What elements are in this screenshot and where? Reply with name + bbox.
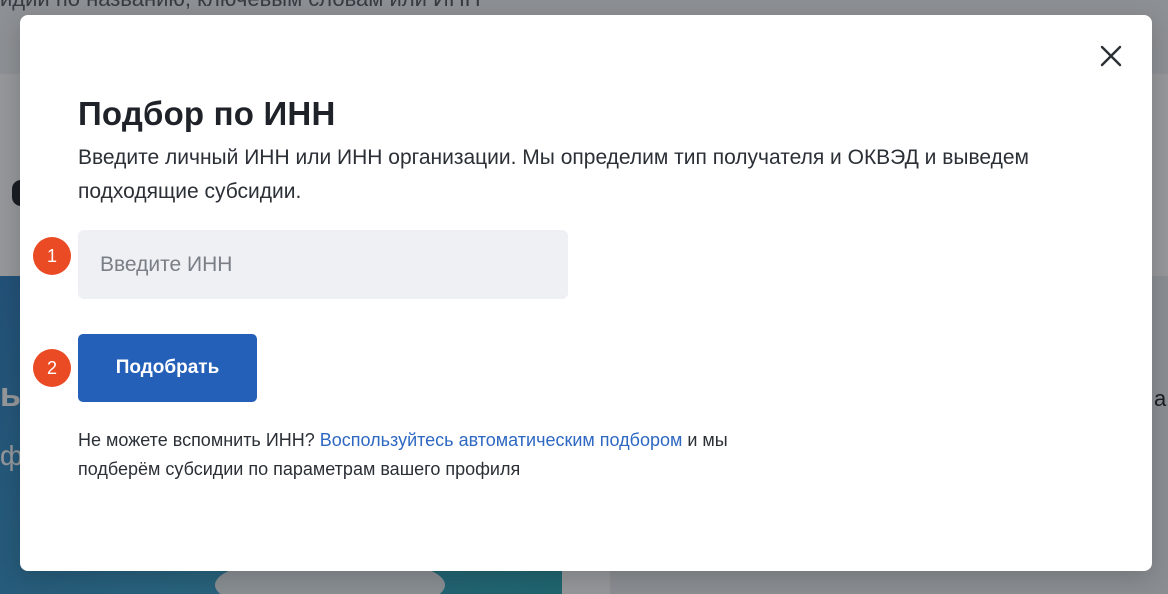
modal-description: Введите личный ИНН или ИНН организации. … xyxy=(78,146,1029,203)
step-badge-2: 2 xyxy=(33,349,71,387)
step-badge-1: 1 xyxy=(33,237,71,275)
submit-button[interactable]: Подобрать xyxy=(78,334,257,402)
auto-selection-link[interactable]: Воспользуйтесь автоматическим подбором xyxy=(320,430,683,450)
modal-title: Подбор по ИНН xyxy=(78,95,336,132)
hint-prefix: Не можете вспомнить ИНН? xyxy=(78,430,320,450)
close-button[interactable] xyxy=(1096,41,1126,71)
hint-text: Не можете вспомнить ИНН? Воспользуйтесь … xyxy=(78,426,728,484)
inn-selection-modal: Подбор по ИНН Введите личный ИНН или ИНН… xyxy=(20,15,1152,571)
close-icon xyxy=(1100,45,1122,67)
inn-input[interactable] xyxy=(78,230,568,299)
